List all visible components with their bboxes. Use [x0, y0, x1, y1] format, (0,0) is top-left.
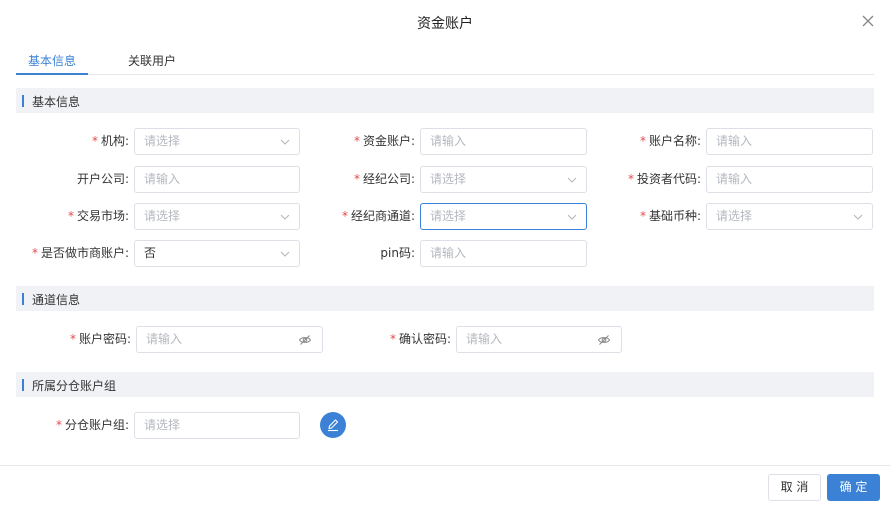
footer-divider — [0, 465, 890, 466]
select-placeholder: 请选择 — [430, 172, 467, 186]
opening-company-label: 开户公司: — [0, 166, 129, 192]
label-text: 账户密码: — [78, 332, 131, 346]
required-mark: * — [67, 209, 74, 223]
required-mark: * — [31, 246, 38, 260]
section-title: 所属分仓账户组 — [32, 379, 117, 393]
account-name-label: * 账户名称: — [600, 128, 701, 154]
required-mark: * — [639, 209, 646, 223]
label-text: 是否做市商账户: — [40, 246, 129, 260]
label-text: 交易市场: — [76, 209, 129, 223]
label-text: 经纪公司: — [362, 172, 415, 186]
chevron-down-icon — [280, 214, 290, 220]
cancel-button[interactable]: 取 消 — [768, 474, 821, 501]
input-placeholder: 请输入 — [716, 172, 753, 186]
select-placeholder: 请选择 — [144, 134, 181, 148]
confirm-password-label: * 确认密码: — [330, 326, 451, 352]
investor-code-label: * 投资者代码: — [600, 166, 701, 192]
chevron-down-icon — [567, 214, 577, 220]
required-mark: * — [341, 209, 348, 223]
section-accent-bar — [22, 95, 24, 107]
institution-select[interactable]: 请选择 — [134, 128, 300, 155]
input-placeholder: 请输入 — [466, 332, 503, 346]
close-icon[interactable] — [858, 11, 878, 31]
confirm-button[interactable]: 确 定 — [827, 474, 880, 501]
select-placeholder: 请选择 — [144, 418, 181, 432]
broker-channel-select[interactable]: 请选择 — [420, 203, 587, 230]
label-text: pin码: — [380, 246, 415, 260]
account-password-label: * 账户密码: — [0, 326, 131, 352]
chevron-down-icon — [280, 251, 290, 257]
required-mark: * — [627, 172, 634, 186]
base-currency-select[interactable]: 请选择 — [706, 203, 873, 230]
broker-company-select[interactable]: 请选择 — [420, 166, 587, 193]
required-mark: * — [639, 134, 646, 148]
sub-account-group-label: * 分仓账户组: — [0, 412, 129, 438]
eye-off-icon[interactable] — [597, 333, 611, 347]
required-mark: * — [55, 418, 62, 432]
fund-account-label: * 资金账户: — [300, 128, 415, 154]
section-channel-info: 通道信息 — [16, 286, 874, 311]
active-tab-indicator — [16, 73, 88, 75]
chevron-down-icon — [280, 139, 290, 145]
section-accent-bar — [22, 379, 24, 391]
input-placeholder: 请输入 — [144, 172, 181, 186]
investor-code-input[interactable]: 请输入 — [706, 166, 873, 193]
broker-channel-label: * 经纪商通道: — [300, 203, 415, 229]
edit-group-button[interactable] — [320, 412, 346, 438]
label-text: 确认密码: — [398, 332, 451, 346]
account-name-input[interactable]: 请输入 — [706, 128, 873, 155]
dialog-title: 资金账户 — [417, 16, 473, 32]
required-mark: * — [353, 134, 360, 148]
label-text: 开户公司: — [76, 172, 129, 186]
input-placeholder: 请输入 — [430, 134, 467, 148]
input-placeholder: 请输入 — [430, 246, 467, 260]
select-placeholder: 请选择 — [716, 209, 753, 223]
label-text: 经纪商通道: — [350, 209, 415, 223]
eye-off-icon[interactable] — [298, 333, 312, 347]
section-sub-account-group: 所属分仓账户组 — [16, 372, 874, 397]
institution-label: * 机构: — [0, 128, 129, 154]
required-mark: * — [69, 332, 76, 346]
section-title: 通道信息 — [32, 293, 81, 307]
label-text: 基础币种: — [648, 209, 701, 223]
chevron-down-icon — [567, 177, 577, 183]
opening-company-input[interactable]: 请输入 — [134, 166, 300, 193]
tab-bar: 基本信息 关联用户 — [16, 50, 874, 75]
required-mark: * — [353, 172, 360, 186]
label-text: 资金账户: — [362, 134, 415, 148]
required-mark: * — [389, 332, 396, 346]
tab-linked-users[interactable]: 关联用户 — [128, 52, 176, 69]
input-placeholder: 请输入 — [716, 134, 753, 148]
tab-basic-info[interactable]: 基本信息 — [28, 52, 76, 69]
pin-code-label: pin码: — [300, 240, 415, 266]
base-currency-label: * 基础币种: — [600, 203, 701, 229]
confirm-password-input[interactable]: 请输入 — [456, 326, 622, 353]
select-placeholder: 请选择 — [430, 209, 467, 223]
exchange-select[interactable]: 请选择 — [134, 203, 300, 230]
market-maker-label: * 是否做市商账户: — [0, 240, 129, 266]
label-text: 分仓账户组: — [64, 418, 129, 432]
required-mark: * — [91, 134, 98, 148]
label-text: 账户名称: — [648, 134, 701, 148]
broker-company-label: * 经纪公司: — [300, 166, 415, 192]
market-maker-select[interactable]: 否 — [134, 240, 300, 267]
sub-account-group-select[interactable]: 请选择 — [134, 412, 300, 439]
section-title: 基本信息 — [32, 95, 81, 109]
fund-account-input[interactable]: 请输入 — [420, 128, 587, 155]
pencil-icon — [328, 419, 339, 432]
account-password-input[interactable]: 请输入 — [136, 326, 323, 353]
section-accent-bar — [22, 293, 24, 305]
label-text: 投资者代码: — [636, 172, 701, 186]
section-basic-info: 基本信息 — [16, 88, 874, 113]
label-text: 机构: — [100, 134, 129, 148]
select-placeholder: 请选择 — [144, 209, 181, 223]
pin-code-input[interactable]: 请输入 — [420, 240, 587, 267]
exchange-label: * 交易市场: — [0, 203, 129, 229]
select-value: 否 — [144, 246, 157, 260]
chevron-down-icon — [853, 214, 863, 220]
input-placeholder: 请输入 — [146, 332, 183, 346]
